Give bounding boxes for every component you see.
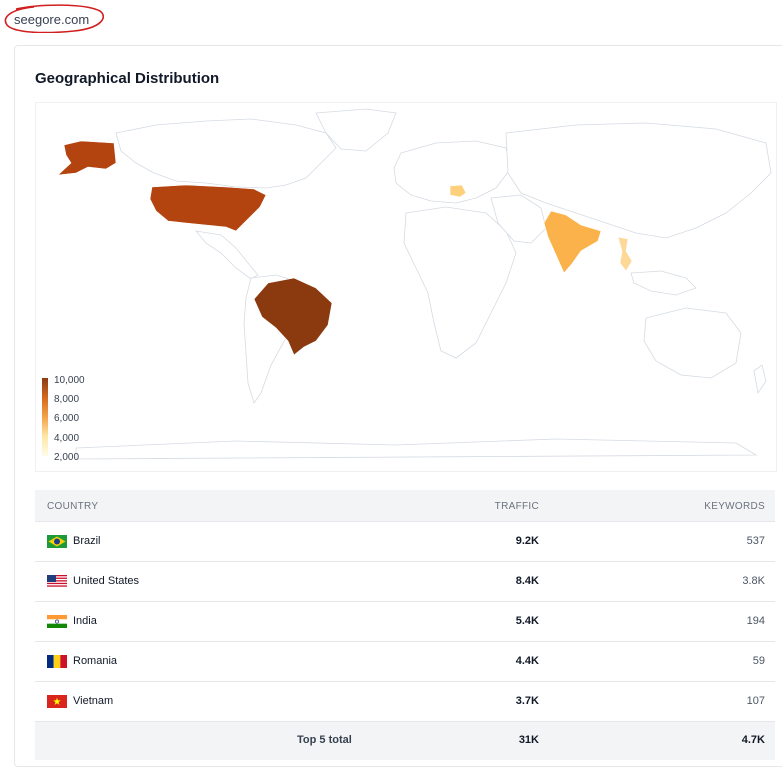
domain-name[interactable]: seegore.com <box>14 12 89 27</box>
land-outlines <box>75 108 772 460</box>
country-name[interactable]: Vietnam <box>73 695 113 707</box>
country-name[interactable]: United States <box>73 575 139 587</box>
traffic-value: 8.4K <box>515 575 539 587</box>
brazil-flag-icon <box>47 535 67 548</box>
legend-label: 10,000 <box>54 375 85 386</box>
legend-color-scale <box>42 378 48 456</box>
total-keywords: 4.7K <box>741 734 765 746</box>
alaska-region[interactable] <box>57 140 117 176</box>
world-map-svg <box>57 108 772 460</box>
vietnam-region[interactable] <box>617 236 633 272</box>
geo-distribution-card: Geographical Distribution 10,000 8,000 6… <box>14 45 782 767</box>
world-map[interactable]: 10,000 8,000 6,000 4,000 2,000 <box>35 102 777 472</box>
traffic-value: 5.4K <box>515 615 539 627</box>
africa-outline <box>403 206 517 359</box>
keywords-value: 59 <box>752 655 765 667</box>
table-total-row: Top 5 total 31K 4.7K <box>35 722 775 760</box>
india-region[interactable] <box>543 210 602 274</box>
legend-label: 2,000 <box>54 452 80 463</box>
table-header: COUNTRY TRAFFIC KEYWORDS <box>35 490 775 522</box>
column-header-keywords[interactable]: KEYWORDS <box>704 501 765 512</box>
table-row[interactable]: India 5.4K 194 <box>35 602 775 642</box>
country-table: COUNTRY TRAFFIC KEYWORDS Brazil 9.2K 537 <box>35 490 775 760</box>
australia-outline <box>643 307 742 379</box>
southeast-asia-islands-outline <box>630 270 697 296</box>
table-row[interactable]: Brazil 9.2K 537 <box>35 522 775 562</box>
legend-label: 6,000 <box>54 413 80 424</box>
keywords-value: 194 <box>746 615 765 627</box>
total-label: Top 5 total <box>297 734 352 746</box>
vietnam-flag-icon <box>47 695 67 708</box>
traffic-value: 4.4K <box>515 655 539 667</box>
legend-label: 4,000 <box>54 433 80 444</box>
romania-flag-icon <box>47 655 67 668</box>
column-header-traffic[interactable]: TRAFFIC <box>495 501 539 512</box>
india-flag-icon <box>47 615 67 628</box>
country-name[interactable]: Romania <box>73 655 117 667</box>
country-name[interactable]: India <box>73 615 97 627</box>
card-title: Geographical Distribution <box>35 70 220 87</box>
column-header-country[interactable]: COUNTRY <box>47 501 98 512</box>
table-row[interactable]: Romania 4.4K 59 <box>35 642 775 682</box>
central-america-outline <box>195 230 259 280</box>
traffic-value: 9.2K <box>515 535 539 547</box>
new-zealand-outline <box>753 364 767 395</box>
map-legend: 10,000 8,000 6,000 4,000 2,000 <box>42 375 112 463</box>
legend-label: 8,000 <box>54 394 80 405</box>
keywords-value: 3.8K <box>742 575 765 587</box>
total-traffic: 31K <box>518 734 539 746</box>
keywords-value: 537 <box>746 535 765 547</box>
united-states-region[interactable] <box>149 184 267 232</box>
keywords-value: 107 <box>746 695 765 707</box>
canada-outline <box>115 118 337 189</box>
table-row[interactable]: United States 8.4K 3.8K <box>35 562 775 602</box>
us-flag-icon <box>47 575 67 588</box>
antarctica-outline <box>75 438 758 460</box>
country-name[interactable]: Brazil <box>73 535 101 547</box>
domain-annotation: seegore.com <box>4 3 104 33</box>
table-row[interactable]: Vietnam 3.7K 107 <box>35 682 775 722</box>
traffic-value: 3.7K <box>515 695 539 707</box>
